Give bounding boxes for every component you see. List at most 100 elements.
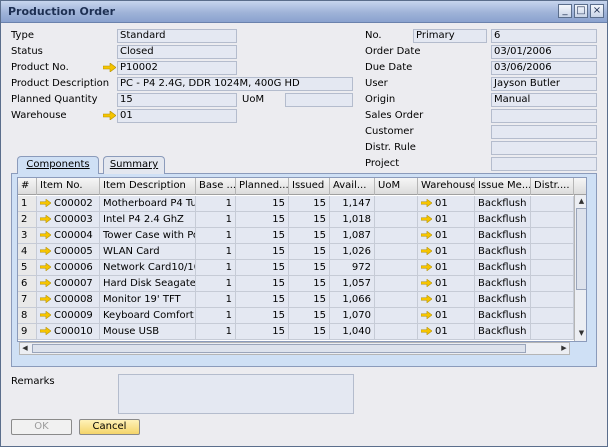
customer-field[interactable]: [491, 125, 597, 139]
base-qty-cell[interactable]: 1: [196, 212, 236, 228]
distr-rule-cell[interactable]: [531, 212, 574, 228]
issued-qty-cell[interactable]: 15: [289, 324, 330, 340]
uom-cell[interactable]: [375, 276, 418, 292]
issue-method-cell[interactable]: Backflush: [475, 292, 531, 308]
item-no-cell[interactable]: C00007: [37, 276, 100, 292]
distr-rule-field[interactable]: [491, 141, 597, 155]
planned-qty-cell[interactable]: 15: [236, 308, 289, 324]
row-number-cell[interactable]: 4: [18, 244, 37, 260]
issued-qty-cell[interactable]: 15: [289, 196, 330, 212]
table-row[interactable]: 9 C00010 Mouse USB 1 15 15 1,040 01 Backflush: [18, 324, 574, 340]
uom-cell[interactable]: [375, 292, 418, 308]
distr-rule-cell[interactable]: [531, 196, 574, 212]
warehouse-cell[interactable]: 01: [418, 244, 475, 260]
link-arrow-icon[interactable]: [103, 111, 116, 120]
issued-qty-cell[interactable]: 15: [289, 308, 330, 324]
issue-method-cell[interactable]: Backflush: [475, 244, 531, 260]
table-row[interactable]: 8 C00009 Keyboard Comfort U 1 15 15 1,070 01 Bac…: [18, 308, 574, 324]
base-qty-cell[interactable]: 1: [196, 292, 236, 308]
issue-method-cell[interactable]: Backflush: [475, 212, 531, 228]
row-number-cell[interactable]: 5: [18, 260, 37, 276]
col-header-item-no[interactable]: Item No.: [37, 178, 100, 195]
item-no-cell[interactable]: C00005: [37, 244, 100, 260]
minimize-icon[interactable]: _: [558, 4, 572, 18]
available-qty-cell[interactable]: 1,057: [330, 276, 375, 292]
distr-rule-cell[interactable]: [531, 244, 574, 260]
uom-field[interactable]: [285, 93, 353, 107]
distr-rule-cell[interactable]: [531, 260, 574, 276]
issue-method-cell[interactable]: Backflush: [475, 324, 531, 340]
col-header-planned[interactable]: Planned...: [236, 178, 289, 195]
link-arrow-icon[interactable]: [421, 263, 432, 271]
col-header-uom[interactable]: UoM: [375, 178, 418, 195]
available-qty-cell[interactable]: 1,026: [330, 244, 375, 260]
warehouse-cell[interactable]: 01: [418, 260, 475, 276]
row-number-cell[interactable]: 2: [18, 212, 37, 228]
available-qty-cell[interactable]: 1,147: [330, 196, 375, 212]
issued-qty-cell[interactable]: 15: [289, 244, 330, 260]
col-header-item-description[interactable]: Item Description: [100, 178, 196, 195]
base-qty-cell[interactable]: 1: [196, 308, 236, 324]
order-date-field[interactable]: 03/01/2006: [491, 45, 597, 59]
table-row[interactable]: 5 C00006 Network Card10/100 1 15 15 972 01 Backf…: [18, 260, 574, 276]
table-row[interactable]: 3 C00004 Tower Case with Pov 1 15 15 1,087 01 Ba…: [18, 228, 574, 244]
product-no-field[interactable]: P10002: [117, 61, 237, 75]
available-qty-cell[interactable]: 1,040: [330, 324, 375, 340]
issued-qty-cell[interactable]: 15: [289, 212, 330, 228]
row-number-cell[interactable]: 9: [18, 324, 37, 340]
available-qty-cell[interactable]: 972: [330, 260, 375, 276]
base-qty-cell[interactable]: 1: [196, 276, 236, 292]
link-arrow-icon[interactable]: [103, 63, 116, 72]
item-description-cell[interactable]: Intel P4 2.4 GhZ: [100, 212, 196, 228]
col-header-row-number[interactable]: #: [18, 178, 37, 195]
available-qty-cell[interactable]: 1,087: [330, 228, 375, 244]
planned-qty-cell[interactable]: 15: [236, 260, 289, 276]
cancel-button[interactable]: Cancel: [79, 419, 140, 435]
issue-method-cell[interactable]: Backflush: [475, 228, 531, 244]
warehouse-cell[interactable]: 01: [418, 292, 475, 308]
planned-qty-cell[interactable]: 15: [236, 228, 289, 244]
link-arrow-icon[interactable]: [40, 263, 51, 271]
uom-cell[interactable]: [375, 228, 418, 244]
item-no-cell[interactable]: C00004: [37, 228, 100, 244]
row-number-cell[interactable]: 8: [18, 308, 37, 324]
planned-qty-cell[interactable]: 15: [236, 324, 289, 340]
uom-cell[interactable]: [375, 308, 418, 324]
series-select[interactable]: Primary: [413, 29, 487, 43]
base-qty-cell[interactable]: 1: [196, 260, 236, 276]
distr-rule-cell[interactable]: [531, 292, 574, 308]
planned-qty-cell[interactable]: 15: [236, 196, 289, 212]
item-description-cell[interactable]: Network Card10/100: [100, 260, 196, 276]
planned-quantity-field[interactable]: 15: [117, 93, 237, 107]
item-description-cell[interactable]: Keyboard Comfort U: [100, 308, 196, 324]
col-header-base-qty[interactable]: Base ...: [196, 178, 236, 195]
scroll-down-icon[interactable]: ▼: [576, 328, 586, 339]
warehouse-cell[interactable]: 01: [418, 308, 475, 324]
col-header-issue-method[interactable]: Issue Me...: [475, 178, 531, 195]
table-row[interactable]: 4 C00005 WLAN Card 1 15 15 1,026 01 Backflush: [18, 244, 574, 260]
row-number-cell[interactable]: 3: [18, 228, 37, 244]
user-field[interactable]: Jayson Butler: [491, 77, 597, 91]
issued-qty-cell[interactable]: 15: [289, 260, 330, 276]
col-header-available[interactable]: Avail...: [330, 178, 375, 195]
link-arrow-icon[interactable]: [421, 311, 432, 319]
item-description-cell[interactable]: Hard Disk Seagate 40: [100, 276, 196, 292]
planned-qty-cell[interactable]: 15: [236, 292, 289, 308]
link-arrow-icon[interactable]: [421, 215, 432, 223]
grid-horizontal-scrollbar[interactable]: ◀ ▶: [19, 342, 570, 355]
remarks-field[interactable]: [118, 374, 354, 414]
scroll-right-icon[interactable]: ▶: [559, 343, 569, 354]
maximize-icon[interactable]: □: [574, 4, 588, 18]
row-number-cell[interactable]: 7: [18, 292, 37, 308]
base-qty-cell[interactable]: 1: [196, 324, 236, 340]
type-field[interactable]: Standard: [117, 29, 237, 43]
scroll-left-icon[interactable]: ◀: [20, 343, 30, 354]
scroll-up-icon[interactable]: ▲: [576, 196, 586, 207]
status-field[interactable]: Closed: [117, 45, 237, 59]
available-qty-cell[interactable]: 1,070: [330, 308, 375, 324]
table-row[interactable]: 6 C00007 Hard Disk Seagate 40 1 15 15 1,057 01 B…: [18, 276, 574, 292]
warehouse-cell[interactable]: 01: [418, 324, 475, 340]
link-arrow-icon[interactable]: [40, 231, 51, 239]
table-row[interactable]: 2 C00003 Intel P4 2.4 GhZ 1 15 15 1,018 01 Backf…: [18, 212, 574, 228]
grid-vertical-scrollbar[interactable]: ▲ ▼: [574, 195, 586, 341]
